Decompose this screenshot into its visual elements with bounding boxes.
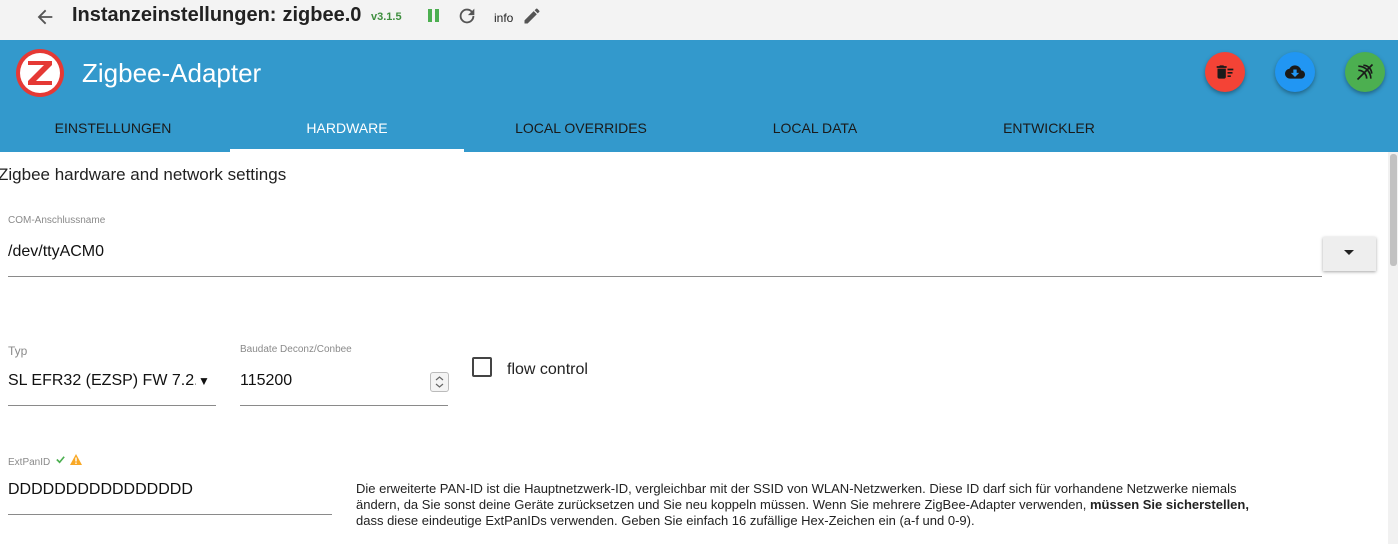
- scrollbar-thumb[interactable]: [1390, 154, 1397, 266]
- page-title-prefix: Instanzeinstellungen:: [72, 4, 277, 26]
- extpanid-underline: [8, 514, 332, 515]
- tab-indicator: [230, 149, 464, 152]
- description-text-2: dass diese eindeutige ExtPanIDs verwende…: [356, 513, 975, 528]
- tab-entwickler[interactable]: ENTWICKLER: [932, 112, 1166, 152]
- baudrate-input[interactable]: 115200: [240, 372, 292, 390]
- version-badge: v3.1.5: [371, 11, 402, 23]
- warning-icon: [70, 454, 82, 465]
- pencil-icon[interactable]: [522, 6, 542, 26]
- arrow-back-icon[interactable]: [34, 6, 56, 28]
- delete-sweep-icon: [1216, 65, 1234, 79]
- extpanid-input[interactable]: DDDDDDDDDDDDDDDD: [8, 481, 193, 499]
- tab-hardware[interactable]: HARDWARE: [230, 112, 464, 152]
- flow-control-label: flow control: [507, 361, 588, 378]
- typ-select[interactable]: SL EFR32 (EZSP) FW 7.2.x.x: [8, 372, 196, 390]
- tab-local-overrides[interactable]: LOCAL OVERRIDES: [464, 112, 698, 152]
- baudrate-underline: [240, 405, 448, 406]
- cloud-download-button[interactable]: [1275, 52, 1315, 92]
- com-port-dropdown-button[interactable]: [1323, 237, 1376, 271]
- instance-settings-topbar: Instanzeinstellungen: zigbee.0 v3.1.5 inf…: [0, 0, 1398, 40]
- com-port-input[interactable]: /dev/ttyACM0: [8, 243, 104, 261]
- pause-icon[interactable]: [425, 7, 443, 25]
- typ-label: Typ: [8, 344, 28, 358]
- typ-dropdown-arrow-icon[interactable]: ▼: [198, 374, 210, 388]
- cloud-download-icon: [1285, 65, 1305, 79]
- baudrate-stepper[interactable]: [430, 372, 449, 392]
- com-port-underline: [8, 276, 1322, 277]
- section-title: Zigbee hardware and network settings: [0, 165, 287, 184]
- adapter-title: Zigbee-Adapter: [82, 58, 262, 88]
- tab-local-data[interactable]: LOCAL DATA: [698, 112, 932, 152]
- baudrate-label: Baudate Deconz/Conbee: [240, 344, 352, 355]
- scrollbar[interactable]: [1388, 152, 1398, 544]
- zigbee-logo: [16, 49, 64, 97]
- stepper-arrows-icon: [435, 376, 444, 388]
- flow-control-checkbox[interactable]: [472, 357, 492, 377]
- check-icon: [56, 456, 65, 464]
- pairing-button[interactable]: [1345, 52, 1385, 92]
- extpanid-description: Die erweiterte PAN-ID ist die Hauptnetzw…: [356, 481, 1261, 529]
- tab-einstellungen[interactable]: EINSTELLUNGEN: [0, 112, 230, 152]
- pairing-signal-icon: [1356, 63, 1374, 81]
- delete-sweep-button[interactable]: [1205, 52, 1245, 92]
- com-port-label: COM-Anschlussname: [8, 215, 106, 226]
- info-label: info: [494, 11, 514, 25]
- instance-name: zigbee.0: [282, 4, 362, 26]
- arrow-drop-down-icon: [1344, 250, 1354, 255]
- extpanid-label: ExtPanID: [8, 457, 51, 468]
- description-bold: müssen Sie sicherstellen,: [1090, 497, 1249, 512]
- typ-underline: [8, 405, 216, 406]
- reload-icon[interactable]: [456, 5, 478, 27]
- page-title: Instanzeinstellungen: zigbee.0: [72, 4, 361, 27]
- adapter-header: Zigbee-Adapter EINSTELLUNGEN HARDWARE LO…: [0, 40, 1398, 152]
